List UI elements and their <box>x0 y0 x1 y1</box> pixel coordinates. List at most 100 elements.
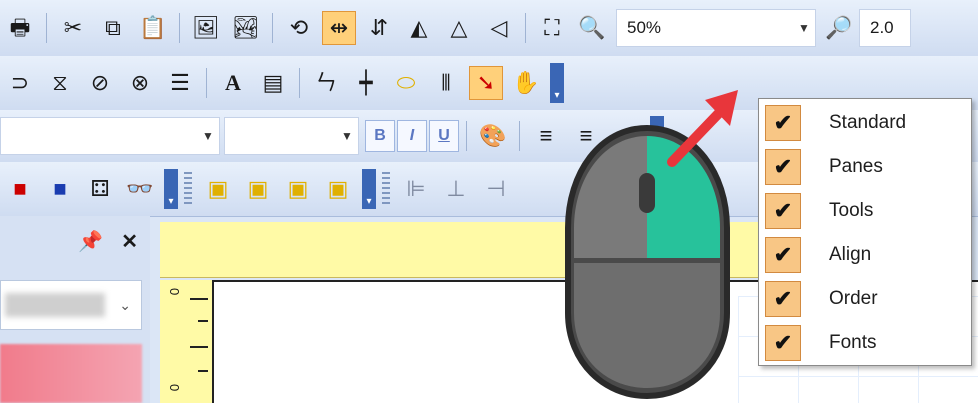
separator <box>466 121 467 151</box>
menu-item-label: Panes <box>829 156 883 177</box>
chevron-down-icon[interactable]: ⌄ <box>119 297 131 314</box>
hand-icon[interactable]: ✋ <box>509 66 543 100</box>
pin-icon[interactable]: 📌 <box>78 229 103 254</box>
align-bottom-edges-icon[interactable]: ⊥ <box>439 172 473 206</box>
checkmark-icon: ✔ <box>765 193 801 229</box>
binoculars-icon[interactable]: 👓 <box>123 172 157 206</box>
checkmark-icon: ✔ <box>765 149 801 185</box>
rotate-icon[interactable]: ⟲ <box>282 11 316 45</box>
tag-icon[interactable]: ⬭ <box>389 66 423 100</box>
flip-horizontal-icon[interactable]: ⇹ <box>322 11 356 45</box>
arrow-left-icon[interactable]: ◁ <box>482 11 516 45</box>
ruler-tick <box>190 346 208 348</box>
group-icon[interactable]: ⚃ <box>83 172 117 206</box>
textbox-icon[interactable]: ▤ <box>256 66 290 100</box>
fit-page-icon[interactable]: ⛶ <box>535 11 569 45</box>
toolbar-grip[interactable] <box>184 172 192 206</box>
chevron-down-icon[interactable]: ▼ <box>336 129 358 143</box>
menu-item-panes[interactable]: ✔ Panes <box>765 147 965 187</box>
flip-vertical-icon[interactable]: ⇵ <box>362 11 396 45</box>
bold-button[interactable]: B <box>365 120 395 152</box>
checkmark-icon: ✔ <box>765 237 801 273</box>
separator <box>206 68 207 98</box>
toolbar-overflow-chevron[interactable]: ▾ <box>550 63 564 103</box>
pane-combo[interactable]: ⌄ <box>0 280 142 330</box>
connector-icon[interactable]: ㄣ <box>309 66 343 100</box>
order-backward-icon[interactable]: ▣ <box>321 172 355 206</box>
pointer-icon[interactable]: ➘ <box>469 66 503 100</box>
toolbar-overflow-chevron[interactable]: ▾ <box>164 169 178 209</box>
bars-icon[interactable]: ⦀ <box>429 66 463 100</box>
palette-icon[interactable]: 🎨 <box>476 119 510 153</box>
menu-item-tools[interactable]: ✔ Tools <box>765 191 965 231</box>
italic-button[interactable]: I <box>397 120 427 152</box>
bring-forward-icon[interactable]: ■ <box>3 172 37 206</box>
shape2-icon[interactable]: ⊗ <box>123 66 157 100</box>
order-forward-icon[interactable]: ▣ <box>281 172 315 206</box>
separator <box>272 13 273 43</box>
menu-item-label: Standard <box>829 112 907 133</box>
chevron-down-icon[interactable]: ▼ <box>197 129 219 143</box>
align-left-icon[interactable]: ≡ <box>529 119 563 153</box>
toolbar-context-menu: ✔ Standard ✔ Panes ✔ Tools ✔ Align ✔ Ord… <box>758 98 972 366</box>
font-size-combo[interactable]: ▼ <box>224 117 359 155</box>
font-name-combo[interactable]: ▼ <box>0 117 220 155</box>
ellipse-icon[interactable]: ⊃ <box>3 66 37 100</box>
underline-button[interactable]: U <box>429 120 459 152</box>
blurred-value <box>5 293 105 317</box>
menu-item-order[interactable]: ✔ Order <box>765 279 965 319</box>
ruler-tick <box>198 320 208 322</box>
menu-item-label: Order <box>829 288 878 309</box>
toolbar-standard: 🖶 ✂ ⧉ 📋 🖼 🏞 ⟲ ⇹ ⇵ ◭ △ ◁ ⛶ 🔍 50% ▼ 🔎 2.0 <box>0 0 978 57</box>
copy-icon[interactable]: ⧉ <box>96 11 130 45</box>
zoom-step-value: 2.0 <box>870 18 894 37</box>
shape-icon[interactable]: ⊘ <box>83 66 117 100</box>
separator <box>299 68 300 98</box>
separator <box>519 121 520 151</box>
zoom-in-icon[interactable]: 🔍 <box>575 11 609 45</box>
zoom-step-field[interactable]: 2.0 <box>859 9 911 47</box>
separator <box>525 13 526 43</box>
menu-item-fonts[interactable]: ✔ Fonts <box>765 323 965 363</box>
red-arrow-icon <box>667 90 738 167</box>
toolbar-grip[interactable] <box>382 172 390 206</box>
zoom-value: 50% <box>627 18 662 37</box>
menu-item-label: Align <box>829 244 872 265</box>
send-backward-icon[interactable]: ■ <box>43 172 77 206</box>
pane-header: 📌 ✕ <box>0 216 150 266</box>
align-left-edges-icon[interactable]: ⊫ <box>399 172 433 206</box>
mirror-icon[interactable]: ◭ <box>402 11 436 45</box>
separator <box>46 13 47 43</box>
close-icon[interactable]: ✕ <box>121 229 138 254</box>
menu-item-label: Tools <box>829 200 874 221</box>
ruler-number: 0 <box>167 288 182 296</box>
zoom-combo[interactable]: 50% ▼ <box>616 9 816 47</box>
paste-icon[interactable]: 📋 <box>136 11 170 45</box>
picture-icon[interactable]: 🏞 <box>229 11 263 45</box>
crosshair-icon[interactable]: ┿ <box>349 66 383 100</box>
toolbar-overflow-chevron[interactable]: ▾ <box>362 169 376 209</box>
text-icon[interactable]: A <box>216 66 250 100</box>
zoom-out-icon[interactable]: 🔎 <box>822 11 856 45</box>
ruler-tick <box>190 298 208 300</box>
menu-item-align[interactable]: ✔ Align <box>765 235 965 275</box>
menu-item-label: Fonts <box>829 332 877 353</box>
separator <box>179 13 180 43</box>
list-icon[interactable]: ☰ <box>163 66 197 100</box>
order-back-icon[interactable]: ▣ <box>241 172 275 206</box>
menu-item-standard[interactable]: ✔ Standard <box>765 103 965 143</box>
hourglass-icon[interactable]: ⧖ <box>43 66 77 100</box>
align-right-edges-icon[interactable]: ⊣ <box>479 172 513 206</box>
checkmark-icon: ✔ <box>765 281 801 317</box>
cut-icon[interactable]: ✂ <box>56 11 90 45</box>
chevron-down-icon[interactable]: ▼ <box>793 21 815 35</box>
triangle-icon[interactable]: △ <box>442 11 476 45</box>
ruler-tick <box>198 370 208 372</box>
order-front-icon[interactable]: ▣ <box>201 172 235 206</box>
ruler-number: 0 <box>167 384 182 392</box>
side-pane: 📌 ✕ ⌄ <box>0 216 150 403</box>
printer-icon[interactable]: 🖶 <box>3 11 37 45</box>
ruler-left: 0 0 <box>160 280 212 403</box>
image-icon[interactable]: 🖼 <box>189 11 223 45</box>
checkmark-icon: ✔ <box>765 325 801 361</box>
